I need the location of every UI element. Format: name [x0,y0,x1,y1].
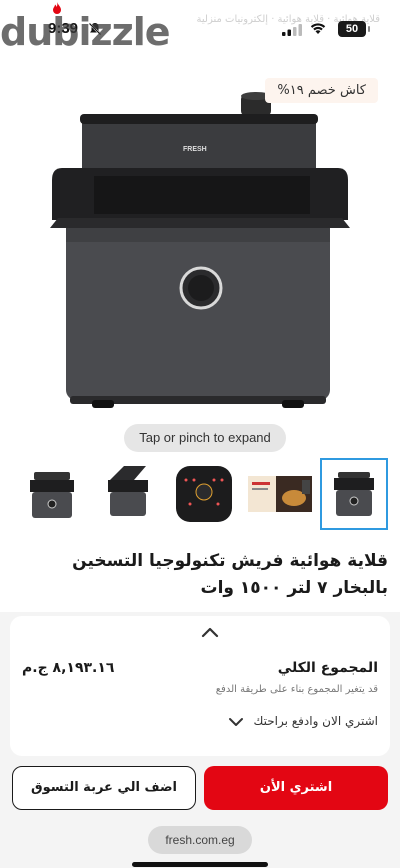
buy-now-button[interactable]: اشتري الأن [204,766,388,810]
lifestyle-banner-thumb-icon [248,476,312,512]
home-indicator[interactable] [132,862,268,867]
watermark-logo: dubizzle [0,10,171,54]
thumbnail-strip [10,458,390,530]
thumbnail-front[interactable] [320,458,388,530]
add-to-cart-button[interactable]: اضف الي عربة التسوق [12,766,196,810]
wifi-icon [310,23,326,34]
battery-indicator: 50 [338,21,370,37]
thumbnail-front-angle[interactable] [18,458,86,530]
control-panel-thumb-icon [176,466,232,522]
thumbnail-control-panel[interactable] [170,458,238,530]
air-fryer-selected-thumb-icon [334,472,374,516]
brand-label: FRESH [183,146,207,153]
air-fryer-open-thumb-icon [108,466,148,516]
air-fryer-illustration [50,92,350,408]
chevron-down-icon[interactable] [228,717,244,727]
air-fryer-thumb-icon [30,472,74,518]
product-title: قلاية هوائية فريش تكنولوجيا التسخين بالب… [72,551,388,598]
product-image[interactable]: FRESH كاش خصم ١٩% Tap or pinch to expand [10,58,390,454]
order-summary-card: المجموع الكلي ٨,١٩٣.١٦ ج.م قد يتغير المج… [10,616,390,756]
total-value: ٨,١٩٣.١٦ ج.م [22,660,115,676]
flame-icon [53,2,61,14]
installments-link[interactable]: اشتري الان وادفع براحتك [254,714,379,728]
total-label: المجموع الكلي [277,660,378,676]
thumbnail-lid-open[interactable] [94,458,162,530]
chevron-up-icon[interactable] [200,626,220,638]
url-bar[interactable]: fresh.com.eg [148,826,252,854]
discount-badge: كاش خصم ١٩% [265,78,378,103]
thumbnail-lifestyle-banner[interactable] [246,458,314,530]
total-note: قد يتغير المجموع بناء على طريقة الدفع [215,684,378,695]
expand-hint[interactable]: Tap or pinch to expand [124,424,286,452]
cellular-signal-icon [282,24,302,36]
checkout-sheet: المجموع الكلي ٨,١٩٣.١٦ ج.م قد يتغير المج… [0,612,400,868]
